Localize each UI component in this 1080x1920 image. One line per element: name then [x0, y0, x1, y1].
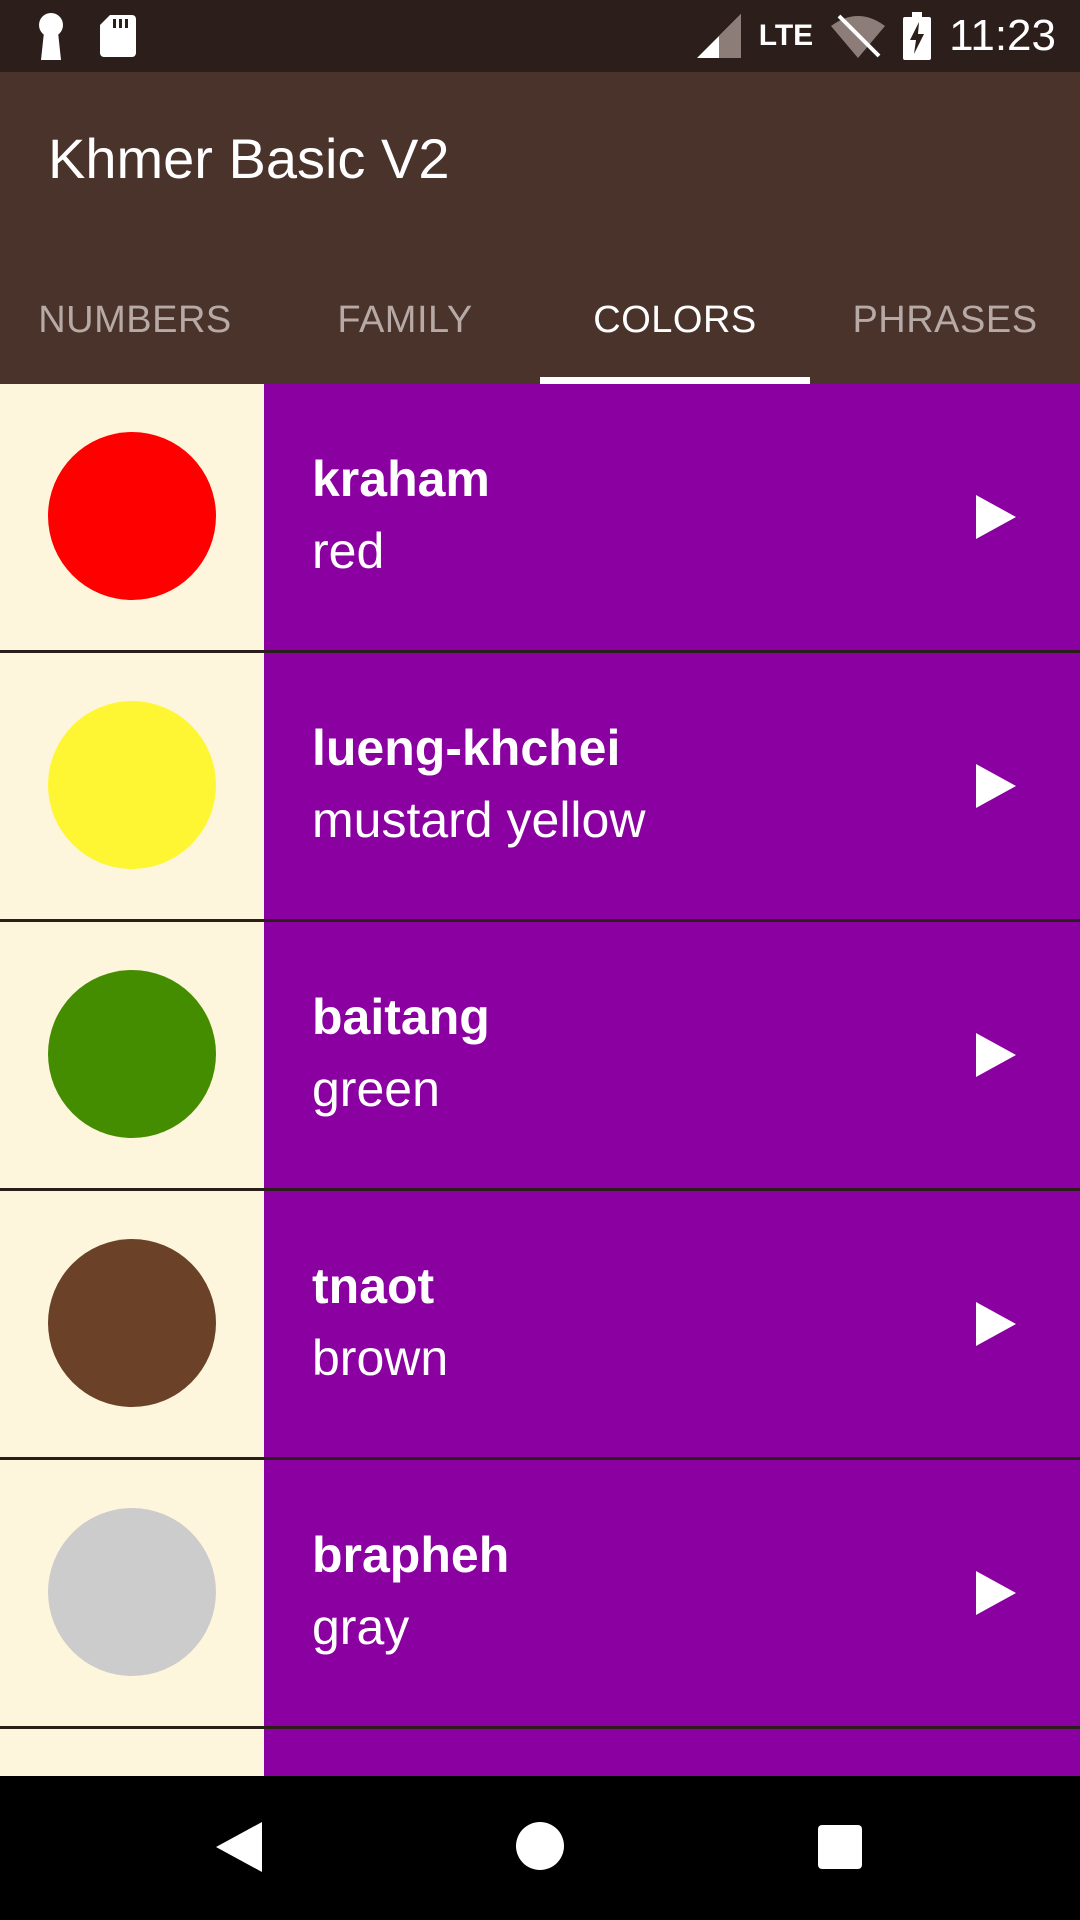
word-text-cell[interactable] [264, 1729, 1080, 1776]
back-icon[interactable] [216, 1822, 262, 1872]
tab-bar: NUMBERS FAMILY COLORS PHRASES [0, 256, 1080, 384]
app-title: Khmer Basic V2 [48, 127, 450, 190]
tab-phrases[interactable]: PHRASES [810, 256, 1080, 384]
status-time: 11:23 [949, 11, 1056, 60]
color-swatch [48, 701, 216, 869]
word-text-cell[interactable]: baitang green [264, 922, 1080, 1188]
color-swatch [48, 432, 216, 600]
tab-colors[interactable]: COLORS [540, 256, 810, 384]
word-text-cell[interactable]: tnaot brown [264, 1191, 1080, 1457]
play-icon[interactable] [976, 1302, 1016, 1346]
color-word-list[interactable]: kraham red lueng-khchei mustard yellow b… [0, 384, 1080, 1776]
word-text-cell[interactable]: kraham red [264, 384, 1080, 650]
home-icon[interactable] [516, 1822, 564, 1870]
khmer-word: tnaot [312, 1258, 435, 1314]
list-item[interactable]: lueng-khchei mustard yellow [0, 653, 1080, 922]
play-icon[interactable] [976, 495, 1016, 539]
english-translation: gray [312, 1599, 410, 1655]
english-translation: mustard yellow [312, 792, 646, 848]
khmer-word: kraham [312, 451, 490, 507]
tab-family[interactable]: FAMILY [270, 256, 540, 384]
sd-card-icon [100, 15, 136, 57]
khmer-word: baitang [312, 989, 490, 1045]
list-item[interactable]: kraham red [0, 384, 1080, 653]
color-swatch [48, 1508, 216, 1676]
list-item[interactable]: brapheh gray [0, 1460, 1080, 1729]
tab-numbers[interactable]: NUMBERS [0, 256, 270, 384]
color-swatch [48, 970, 216, 1138]
battery-charging-icon [903, 12, 932, 60]
word-text-cell[interactable]: lueng-khchei mustard yellow [264, 653, 1080, 919]
play-icon[interactable] [976, 1571, 1016, 1615]
recents-icon[interactable] [818, 1825, 862, 1869]
list-item[interactable] [0, 1729, 1080, 1776]
play-icon[interactable] [976, 764, 1016, 808]
swatch-cell [0, 1729, 264, 1776]
status-bar: LTE 11:23 [0, 0, 1080, 72]
wifi-off-icon [831, 14, 886, 58]
khmer-word: lueng-khchei [312, 720, 621, 776]
navigation-bar [0, 1776, 1080, 1920]
english-translation: red [312, 523, 385, 579]
swatch-cell [0, 1460, 264, 1726]
network-type: LTE [758, 19, 814, 52]
swatch-cell [0, 653, 264, 919]
khmer-word: brapheh [312, 1527, 510, 1583]
play-icon[interactable] [976, 1033, 1016, 1077]
signal-icon [696, 14, 741, 58]
list-item[interactable]: tnaot brown [0, 1191, 1080, 1460]
keyhole-icon [39, 13, 63, 60]
list-item[interactable]: baitang green [0, 922, 1080, 1191]
swatch-cell [0, 384, 264, 650]
app-bar: Khmer Basic V2 NUMBERS FAMILY COLORS PHR… [0, 72, 1080, 384]
swatch-cell [0, 922, 264, 1188]
color-swatch [48, 1239, 216, 1407]
swatch-cell [0, 1191, 264, 1457]
english-translation: green [312, 1061, 440, 1117]
english-translation: brown [312, 1330, 449, 1386]
word-text-cell[interactable]: brapheh gray [264, 1460, 1080, 1726]
